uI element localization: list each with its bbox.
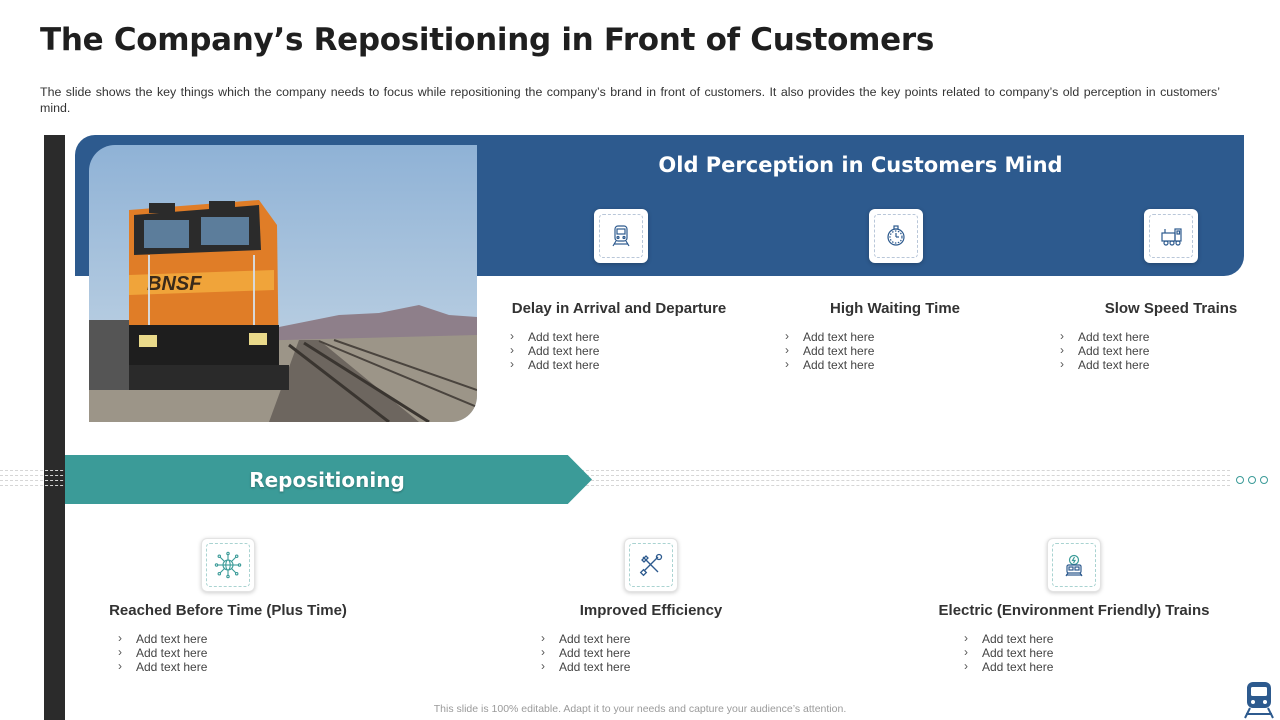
left-accent-bar xyxy=(44,135,65,720)
list-item: Add text here xyxy=(510,357,599,372)
locomotive-photo: BNSF xyxy=(89,145,477,422)
list-item: Add text here xyxy=(964,631,1053,646)
dot xyxy=(1236,476,1244,484)
old-item-bullets: Add text here Add text here Add text her… xyxy=(785,329,874,372)
dot xyxy=(1260,476,1268,484)
list-item: Add text here xyxy=(785,343,874,358)
list-item: Add text here xyxy=(541,659,630,674)
old-item-title: Slow Speed Trains xyxy=(1104,300,1238,317)
old-item-bullets: Add text here Add text here Add text her… xyxy=(510,329,599,372)
list-item: Add text here xyxy=(118,631,207,646)
electric-train-icon xyxy=(1047,538,1101,592)
repositioning-item-title: Improved Efficiency xyxy=(579,602,723,619)
stopwatch-icon xyxy=(869,209,923,263)
footer-note: This slide is 100% editable. Adapt it to… xyxy=(433,703,847,715)
list-item: Add text here xyxy=(541,645,630,660)
list-item: Add text here xyxy=(1060,329,1149,344)
old-item-title: High Waiting Time xyxy=(830,300,960,317)
old-item-bullets: Add text here Add text here Add text her… xyxy=(1060,329,1149,372)
train-logo-icon xyxy=(1241,680,1277,720)
network-globe-icon xyxy=(201,538,255,592)
locomotive-icon xyxy=(1144,209,1198,263)
list-item: Add text here xyxy=(1060,357,1149,372)
repositioning-item-bullets: Add text here Add text here Add text her… xyxy=(964,631,1053,674)
repositioning-item-bullets: Add text here Add text here Add text her… xyxy=(118,631,207,674)
old-perception-heading: Old Perception in Customers Mind xyxy=(658,153,1063,177)
slide-title: The Company’s Repositioning in Front of … xyxy=(40,22,935,58)
repositioning-item-bullets: Add text here Add text here Add text her… xyxy=(541,631,630,674)
svg-text:BNSF: BNSF xyxy=(147,273,202,295)
list-item: Add text here xyxy=(785,329,874,344)
list-item: Add text here xyxy=(510,343,599,358)
list-item: Add text here xyxy=(541,631,630,646)
list-item: Add text here xyxy=(785,357,874,372)
list-item: Add text here xyxy=(964,645,1053,660)
old-item-title: Delay in Arrival and Departure xyxy=(511,300,727,317)
repositioning-item-title: Electric (Environment Friendly) Trains xyxy=(938,602,1210,619)
repositioning-item-title: Reached Before Time (Plus Time) xyxy=(109,602,347,619)
list-item: Add text here xyxy=(510,329,599,344)
list-item: Add text here xyxy=(118,645,207,660)
list-item: Add text here xyxy=(118,659,207,674)
dot xyxy=(1248,476,1256,484)
repositioning-heading: Repositioning xyxy=(249,468,405,492)
pagination-dots xyxy=(1236,476,1268,484)
slide-subtitle: The slide shows the key things which the… xyxy=(40,85,1220,115)
list-item: Add text here xyxy=(1060,343,1149,358)
tools-icon xyxy=(624,538,678,592)
list-item: Add text here xyxy=(964,659,1053,674)
train-front-icon xyxy=(594,209,648,263)
